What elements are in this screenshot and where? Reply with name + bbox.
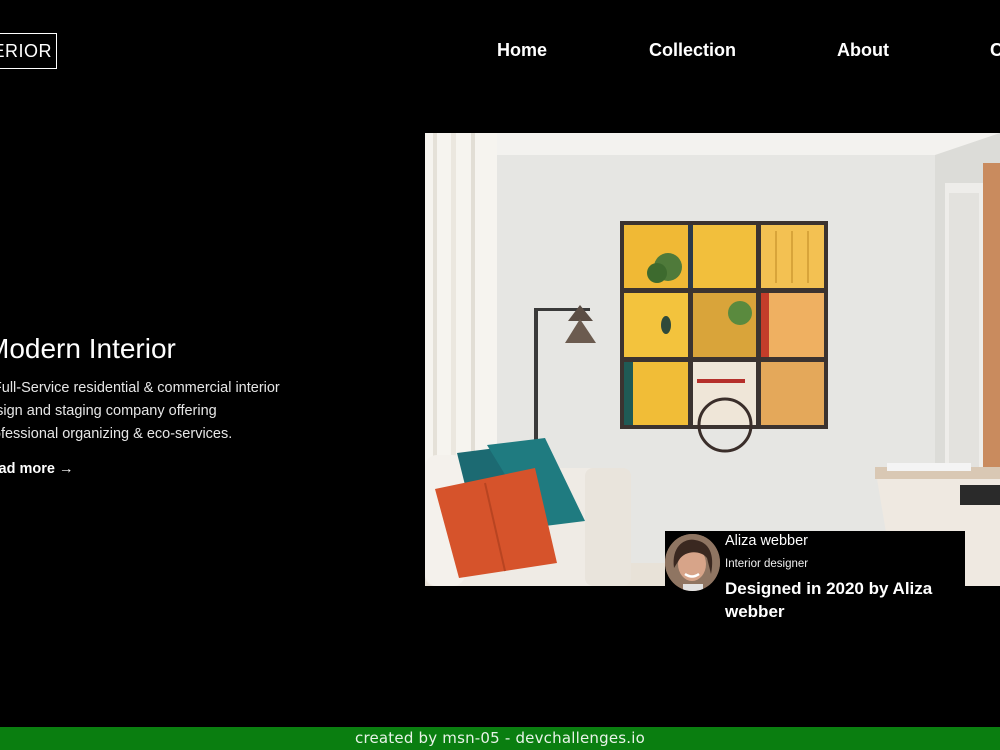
read-more-link[interactable]: Read more→ [0, 461, 73, 477]
hero-title: Modern Interior [0, 333, 176, 364]
read-more-label: Read more [0, 461, 55, 477]
designer-card: Aliza webber Interior designer Designed … [665, 531, 965, 623]
avatar-image [665, 534, 720, 591]
designer-name: Aliza webber [725, 533, 809, 549]
design-caption: Designed in 2020 by Aliza webber [725, 579, 933, 621]
designer-role: Interior designer [725, 558, 809, 570]
footer: created by msn-05 - devchallenges.io [0, 727, 1000, 750]
arrow-right-icon: → [58, 461, 74, 477]
footer-credit[interactable]: created by msn-05 - devchallenges.io [355, 729, 645, 747]
avatar [665, 534, 720, 591]
hero-room-image [425, 133, 1000, 586]
room-illustration [425, 133, 1000, 586]
nav-item-collection[interactable]: Collection [649, 40, 736, 61]
page: INTERIOR Home Collection About Contact M… [0, 0, 1000, 750]
wall-art [620, 221, 828, 453]
nav-item-home[interactable]: Home [497, 40, 547, 61]
hero-description: A Full-Service residential & commercial … [0, 380, 280, 442]
nav-item-about[interactable]: About [837, 40, 889, 61]
nav-item-contact[interactable]: Contact [990, 40, 1000, 61]
main-nav: Home Collection About Contact [0, 40, 1000, 64]
